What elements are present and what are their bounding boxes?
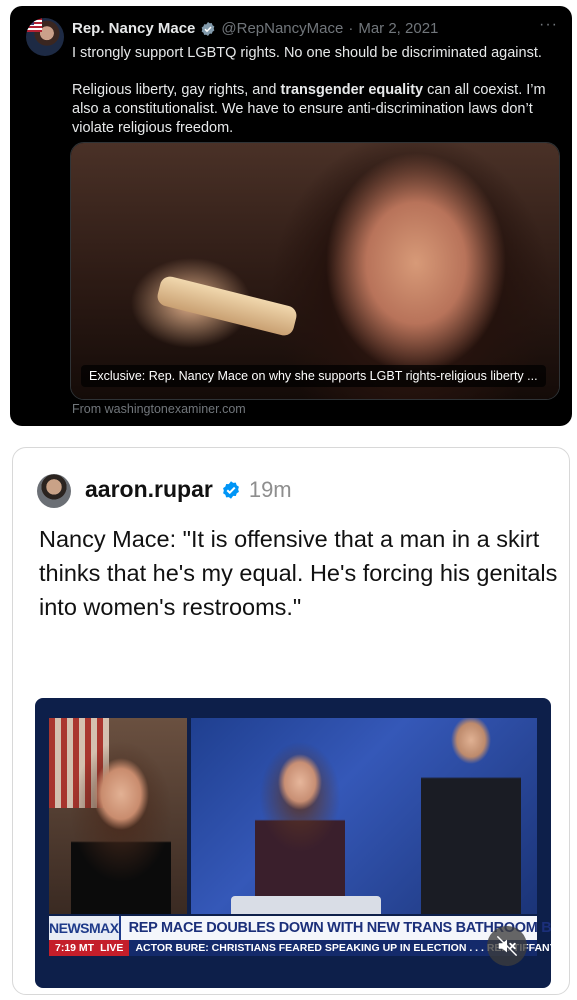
clock-time: 7:19 MT	[55, 942, 95, 954]
verified-badge-icon	[202, 21, 215, 36]
network-logo: NEWSMAX	[49, 916, 121, 940]
more-options-icon[interactable]: ···	[539, 16, 558, 34]
bold-phrase: transgender equality	[280, 82, 424, 98]
link-source[interactable]: From washingtonexaminer.com	[72, 402, 246, 416]
mute-button[interactable]	[487, 926, 527, 966]
verified-badge-icon	[222, 480, 239, 499]
post-text: Nancy Mace: "It is offensive that a man …	[39, 526, 558, 620]
link-preview-image	[71, 143, 559, 399]
video-right-panel	[191, 718, 537, 914]
interviewee-figure	[71, 742, 171, 914]
link-preview-card[interactable]: Exclusive: Rep. Nancy Mace on why she su…	[70, 142, 560, 400]
separator-dot: ·	[348, 20, 354, 37]
news-lower-third: NEWSMAX REP MACE DOUBLES DOWN WITH NEW T…	[49, 916, 551, 956]
link-preview-title: Exclusive: Rep. Nancy Mace on why she su…	[81, 365, 546, 387]
author-avatar[interactable]	[26, 18, 64, 56]
author-avatar[interactable]	[37, 474, 71, 508]
post-time: 19m	[248, 476, 292, 502]
video-left-panel	[49, 718, 187, 914]
live-clock: 7:19 MT LIVE	[49, 940, 130, 956]
clapping-man-figure	[421, 718, 521, 914]
speaker-figure	[255, 742, 345, 914]
video-player[interactable]: NEWSMAX REP MACE DOUBLES DOWN WITH NEW T…	[35, 698, 551, 988]
post-header: aaron.rupar 19m	[85, 476, 292, 503]
author-handle[interactable]: @RepNancyMace	[221, 20, 343, 37]
post-card[interactable]: aaron.rupar 19m Nancy Mace: "It is offen…	[12, 447, 570, 995]
author-name[interactable]: aaron.rupar	[85, 476, 213, 503]
tweet-text: I strongly support LGBTQ rights. No one …	[72, 44, 560, 156]
tweet-header: Rep. Nancy Mace @RepNancyMace · Mar 2, 2…	[72, 20, 438, 37]
tweet-paragraph-1: I strongly support LGBTQ rights. No one …	[72, 45, 542, 61]
live-label: LIVE	[100, 942, 124, 954]
author-name[interactable]: Rep. Nancy Mace	[72, 20, 195, 37]
tweet-date[interactable]: Mar 2, 2021	[358, 20, 438, 37]
phone-in-image	[155, 274, 299, 338]
muted-speaker-icon	[497, 936, 517, 956]
podium	[231, 896, 381, 914]
tweet-card[interactable]: Rep. Nancy Mace @RepNancyMace · Mar 2, 2…	[10, 6, 572, 426]
tweet-paragraph-2: Religious liberty, gay rights, and trans…	[72, 82, 546, 136]
news-headline: REP MACE DOUBLES DOWN WITH NEW TRANS BAT…	[128, 920, 551, 936]
